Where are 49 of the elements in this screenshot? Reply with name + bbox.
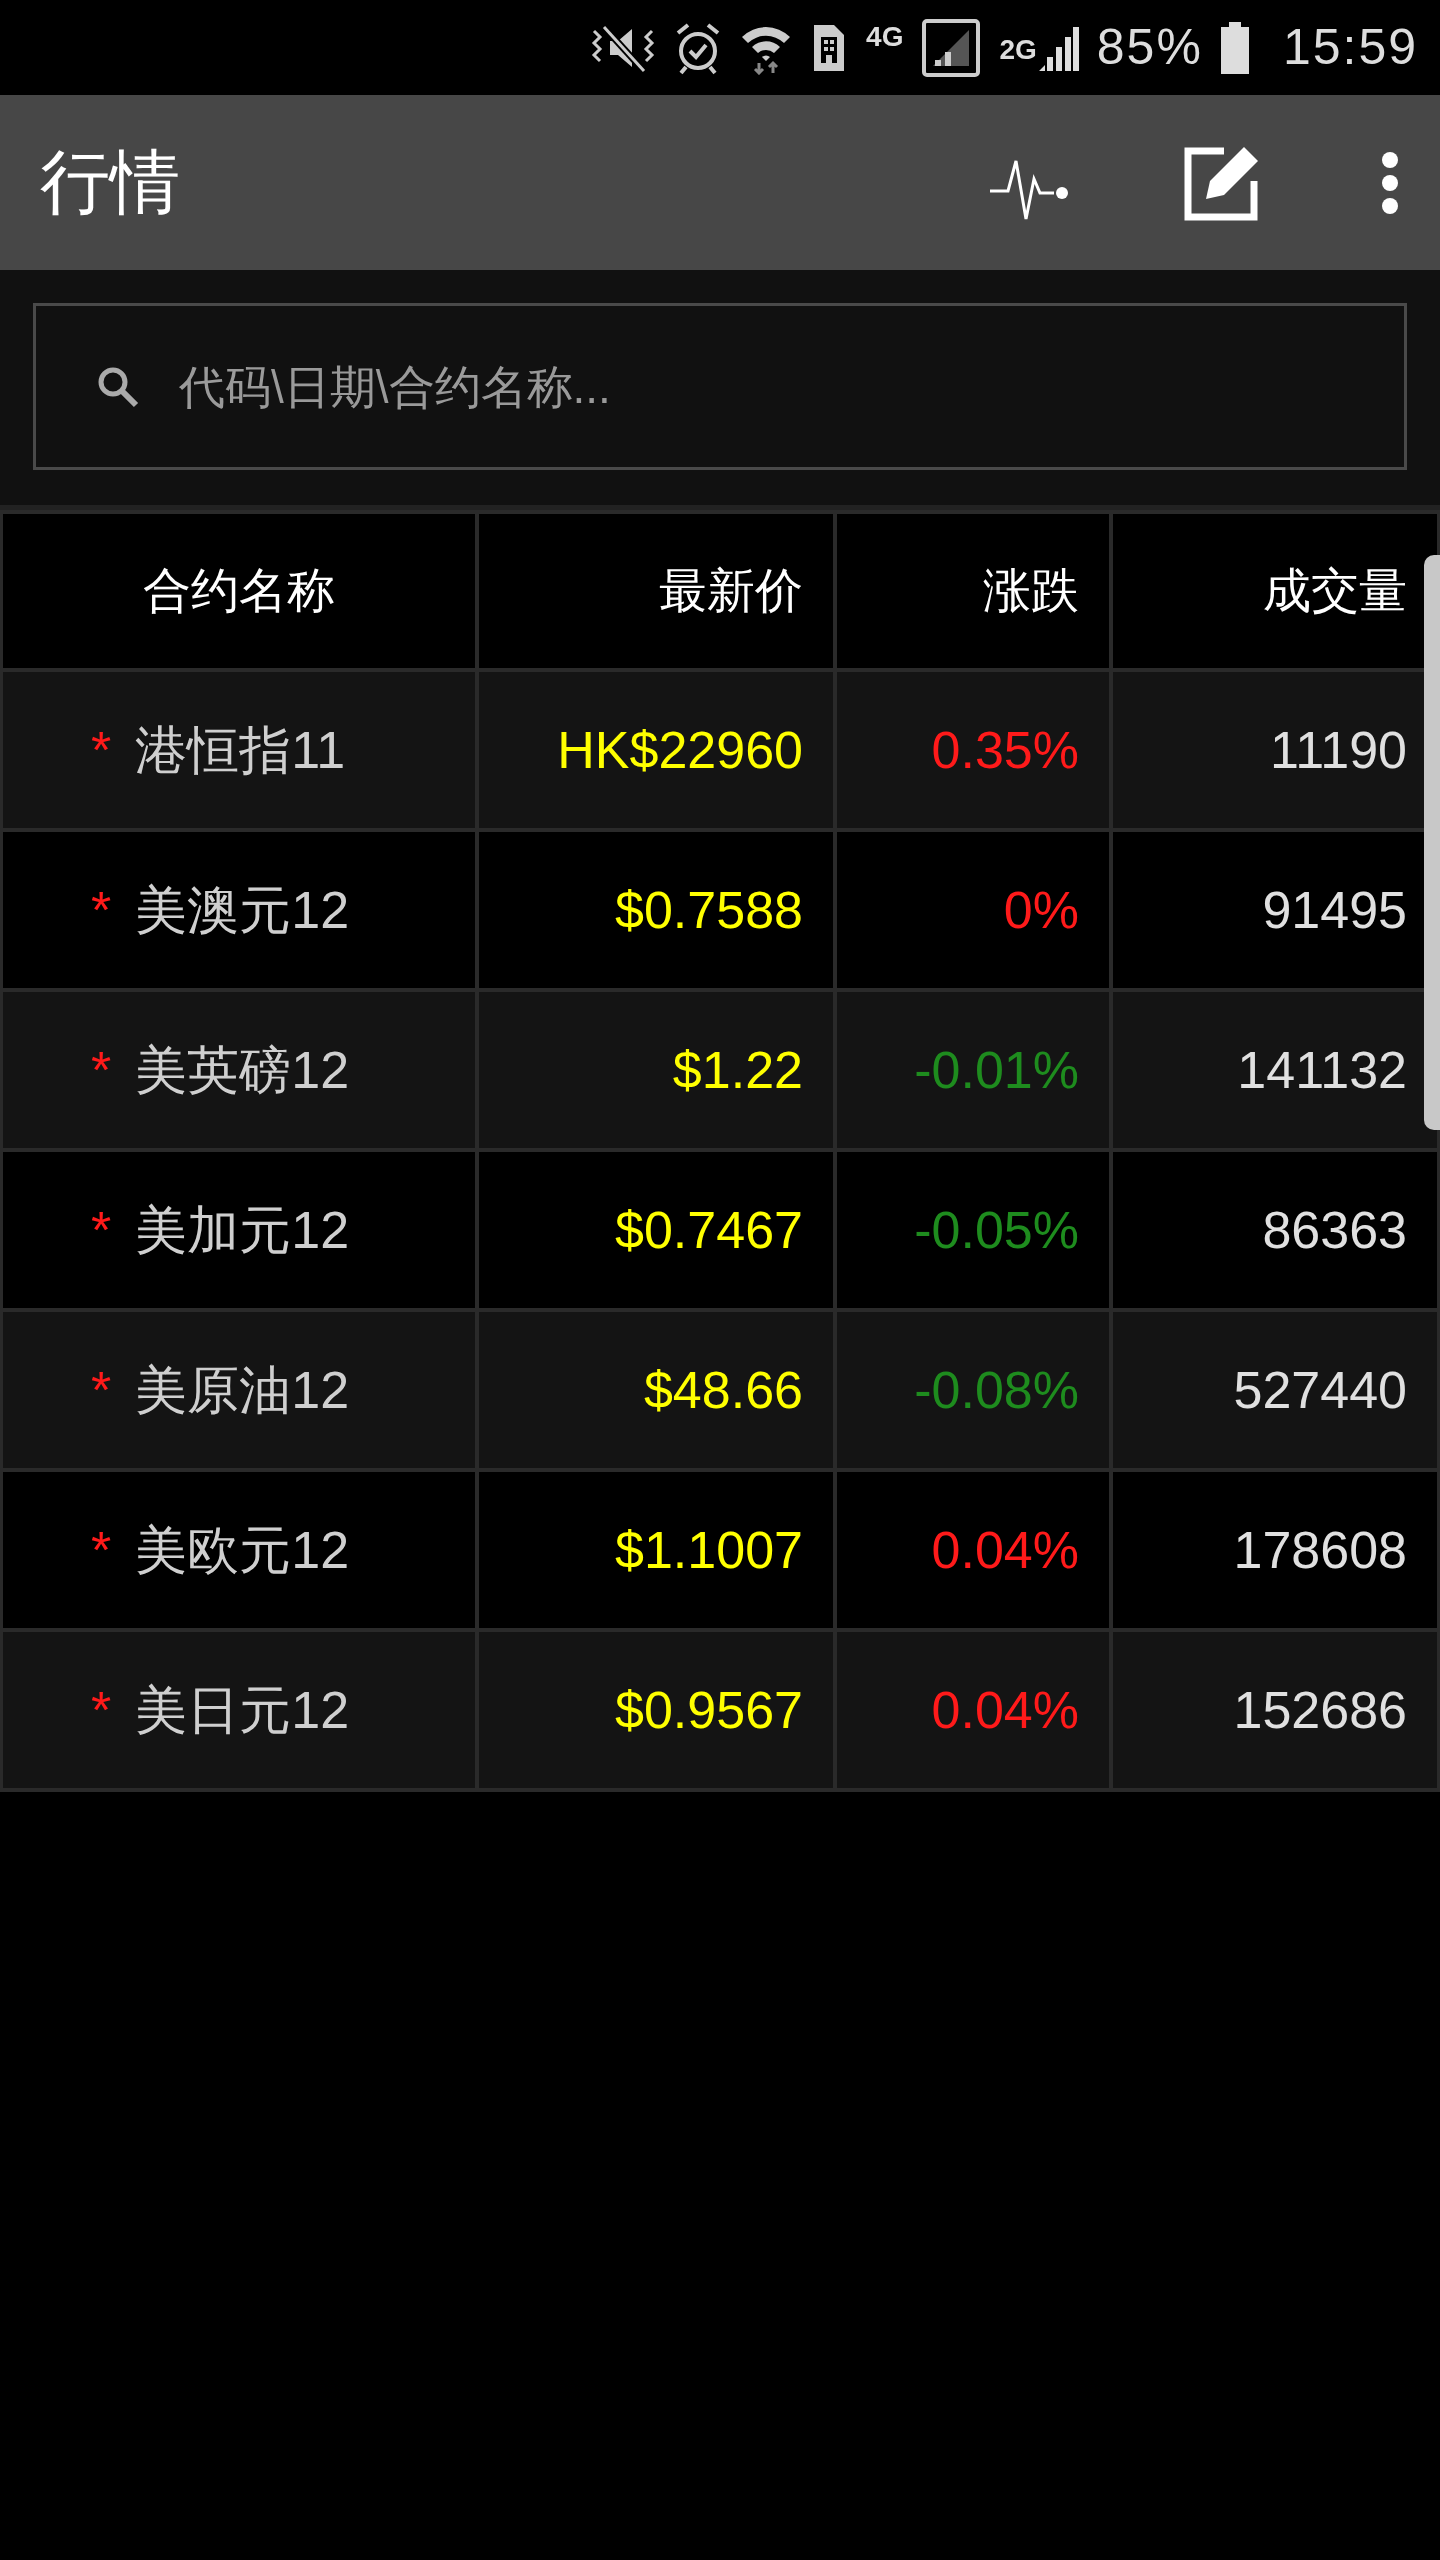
signal-strength-icon — [921, 17, 982, 78]
edit-icon[interactable] — [1184, 144, 1260, 221]
change-percentage: -0.01% — [914, 1040, 1079, 1101]
contract-name: 美澳元12 — [135, 880, 350, 941]
price-cell: $0.9567 — [479, 1632, 833, 1788]
battery-icon — [1220, 21, 1249, 74]
search-field[interactable]: 代码\日期\合约名称... — [33, 303, 1407, 470]
change-percentage: 0.35% — [931, 720, 1079, 781]
contract-name: 港恒指11 — [135, 720, 346, 781]
price-cell: $0.7467 — [479, 1152, 833, 1308]
price-cell: $1.22 — [479, 992, 833, 1148]
network-type-label: 2G — [999, 32, 1037, 67]
favorite-mark: * — [91, 1040, 112, 1101]
column-header: 最新价 — [479, 514, 833, 668]
change-percentage: 0.04% — [931, 1680, 1079, 1741]
clock-time: 15:59 — [1282, 18, 1418, 77]
contract-name: 美英磅12 — [135, 1040, 350, 1101]
change-percentage: -0.08% — [914, 1360, 1079, 1421]
volume-cell: 86363 — [1113, 1152, 1437, 1308]
change-percentage: 0% — [1003, 880, 1079, 941]
price-cell: $48.66 — [479, 1312, 833, 1468]
favorite-mark: * — [91, 880, 112, 941]
change-percentage: -0.05% — [914, 1200, 1079, 1261]
volume-cell: 152686 — [1113, 1632, 1437, 1788]
scrollbar[interactable] — [1424, 555, 1440, 1130]
column-header: 涨跌 — [837, 514, 1109, 668]
contract-name: 美欧元12 — [135, 1520, 350, 1581]
favorite-mark: * — [91, 1360, 112, 1421]
app-title: 行情 — [40, 142, 181, 223]
price-cell: $0.7588 — [479, 832, 833, 988]
battery-percentage: 85% — [1096, 18, 1203, 77]
change-percentage: 0.04% — [931, 1520, 1079, 1581]
volume-cell: 178608 — [1113, 1472, 1437, 1628]
favorite-mark: * — [91, 1680, 112, 1741]
volume-cell: 141132 — [1113, 992, 1437, 1148]
more-options-icon[interactable] — [1380, 151, 1400, 214]
price-cell: $1.1007 — [479, 1472, 833, 1628]
volume-cell: 527440 — [1113, 1312, 1437, 1468]
favorite-mark: * — [91, 1200, 112, 1261]
price-cell: HK$22960 — [479, 672, 833, 828]
favorite-mark: * — [91, 720, 112, 781]
column-header: 合约名称 — [3, 514, 475, 668]
contract-name: 美原油12 — [135, 1360, 350, 1421]
signal-bars-icon — [1038, 24, 1079, 71]
column-header: 成交量 — [1113, 514, 1437, 668]
favorite-mark: * — [91, 1520, 112, 1581]
contract-name: 美加元12 — [135, 1200, 350, 1261]
network-type-label: 4G — [866, 20, 904, 54]
contract-name: 美日元12 — [135, 1680, 350, 1741]
